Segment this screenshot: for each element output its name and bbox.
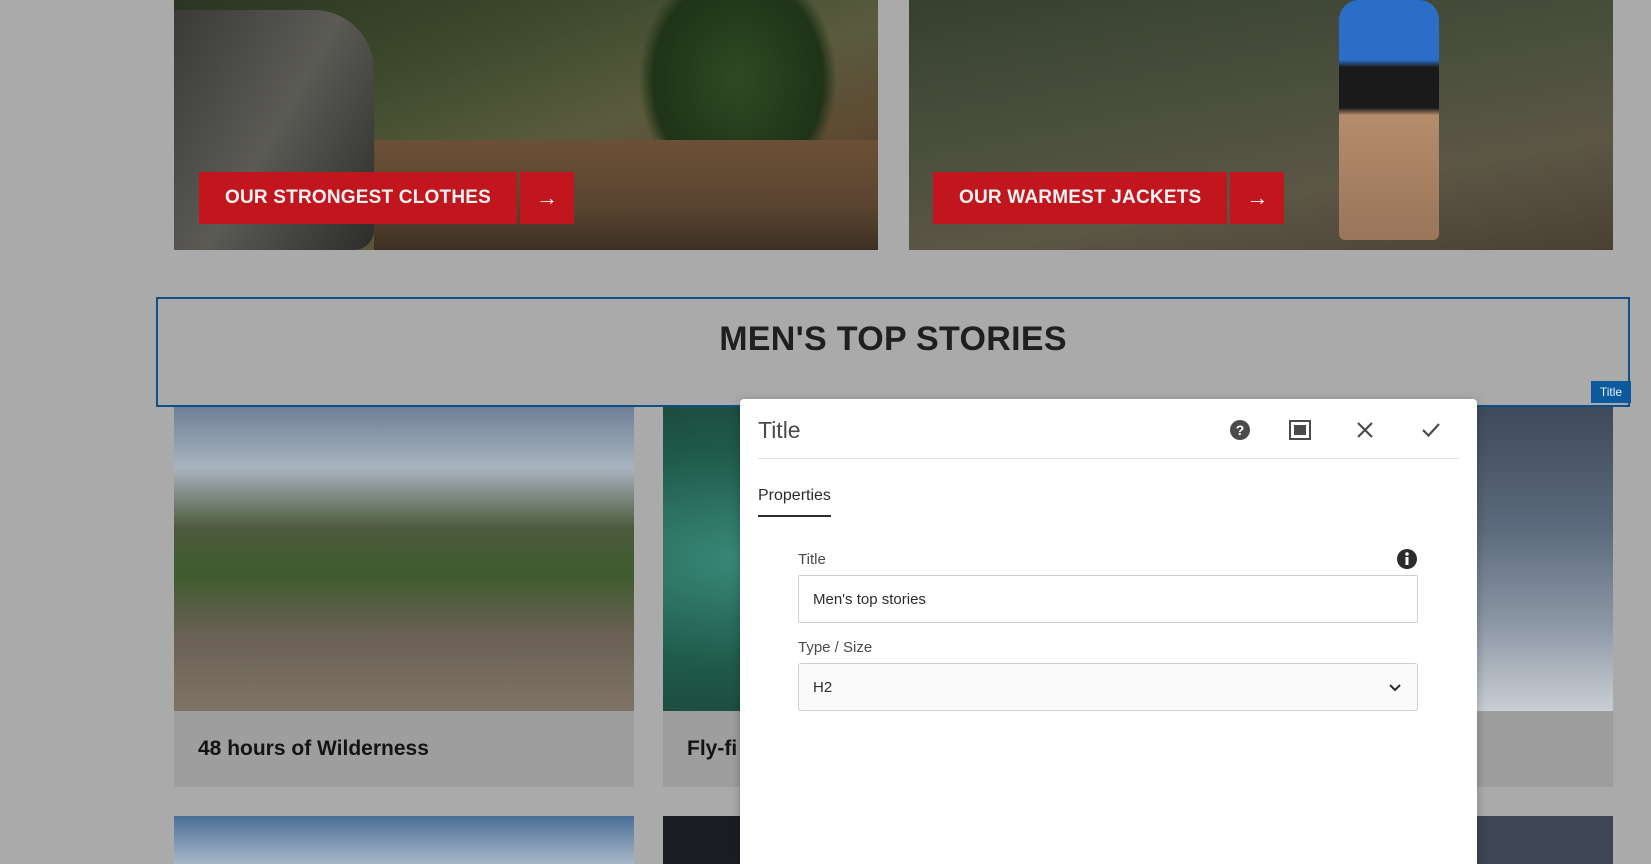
story-image — [174, 407, 634, 711]
chevron-down-icon — [1389, 684, 1401, 692]
story-image — [1460, 816, 1613, 864]
story-caption: Fly-fi — [687, 737, 738, 760]
title-input[interactable]: Men's top stories — [798, 575, 1418, 623]
promo-cta-warmest[interactable]: OUR WARMEST JACKETS → — [933, 172, 1285, 224]
close-icon[interactable] — [1350, 415, 1380, 445]
dialog-tabs: Properties — [758, 487, 831, 517]
promo-cta-label[interactable]: OUR STRONGEST CLOTHES — [199, 172, 517, 224]
svg-text:?: ? — [1236, 422, 1245, 438]
component-tag[interactable]: Title — [1591, 381, 1631, 403]
edit-dialog: Title ? Properties Title Men's top stori… — [740, 399, 1477, 864]
title-field-label: Title — [798, 551, 826, 568]
type-size-label: Type / Size — [798, 639, 873, 656]
type-size-value: H2 — [813, 678, 833, 696]
title-component-selected[interactable]: MEN'S TOP STORIES — [156, 297, 1630, 407]
info-icon[interactable] — [1396, 548, 1418, 570]
story-card[interactable]: 48 hours of Wilderness — [174, 407, 634, 787]
tab-properties[interactable]: Properties — [758, 487, 831, 517]
type-size-select[interactable]: H2 — [798, 663, 1418, 711]
section-heading: MEN'S TOP STORIES — [719, 319, 1067, 358]
dialog-title: Title — [758, 417, 801, 443]
promo-cta-strongest[interactable]: OUR STRONGEST CLOTHES → — [199, 172, 574, 224]
runner-shape — [1339, 0, 1439, 240]
story-image — [174, 816, 634, 864]
check-icon[interactable] — [1416, 415, 1446, 445]
story-caption: 48 hours of Wilderness — [198, 737, 429, 760]
story-image — [1460, 407, 1613, 711]
fullscreen-icon[interactable] — [1285, 415, 1315, 445]
story-card[interactable] — [1460, 407, 1613, 787]
dialog-header: Title ? — [758, 399, 1459, 459]
arrow-right-icon[interactable]: → — [1230, 172, 1285, 224]
help-icon[interactable]: ? — [1225, 415, 1255, 445]
promo-cta-label[interactable]: OUR WARMEST JACKETS — [933, 172, 1228, 224]
arrow-right-icon[interactable]: → — [520, 172, 574, 224]
